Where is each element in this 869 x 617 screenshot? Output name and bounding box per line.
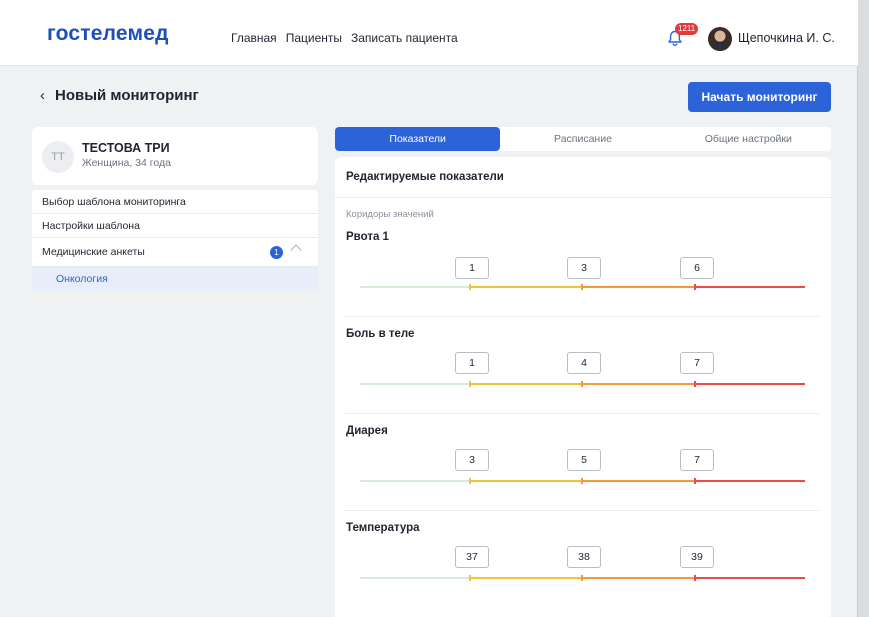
patient-card: ТТ ТЕСТОВА ТРИ Женщина, 34 года (32, 127, 318, 185)
tab-general-settings[interactable]: Общие настройки (666, 127, 831, 151)
app-window: гостелемед Главная Пациенты Записать пац… (0, 0, 858, 617)
logo[interactable]: гостелемед (47, 22, 169, 46)
nav-home[interactable]: Главная (231, 31, 277, 45)
tab-bar: Показатели Расписание Общие настройки (335, 127, 831, 151)
metric-name: Боль в теле (346, 328, 415, 340)
zone-mid-bar (582, 383, 695, 385)
threshold-input-2[interactable]: 38 (567, 546, 601, 568)
divider (335, 197, 831, 198)
threshold-marker (469, 478, 471, 484)
zone-mid-bar (582, 286, 695, 288)
zone-high-bar (695, 383, 805, 385)
threshold-marker (581, 284, 583, 290)
zone-high-bar (695, 286, 805, 288)
menu-item-template-choice[interactable]: Выбор шаблона мониторинга (32, 190, 318, 214)
zone-high-bar (695, 577, 805, 579)
divider (345, 510, 819, 511)
metric-name: Температура (346, 522, 420, 534)
threshold-marker (469, 284, 471, 290)
threshold-input-3[interactable]: 6 (680, 257, 714, 279)
back-link[interactable]: ‹ Новый мониторинг (40, 87, 199, 104)
top-header: гостелемед Главная Пациенты Записать пац… (0, 0, 858, 66)
patient-initials-avatar: ТТ (42, 141, 74, 173)
threshold-input-1[interactable]: 3 (455, 449, 489, 471)
threshold-input-2[interactable]: 4 (567, 352, 601, 374)
metric-name: Диарея (346, 425, 388, 437)
user-name[interactable]: Щепочкина И. С. (738, 31, 835, 45)
zone-normal-bar (360, 286, 470, 288)
metric-row: Рвота 1 1 3 6 (335, 229, 831, 326)
tab-indicators[interactable]: Показатели (335, 127, 501, 151)
nav-patients[interactable]: Пациенты (286, 31, 342, 45)
threshold-marker (694, 381, 696, 387)
zone-high-bar (695, 480, 805, 482)
zone-normal-bar (360, 383, 470, 385)
start-monitoring-button[interactable]: Начать мониторинг (688, 82, 831, 112)
threshold-input-1[interactable]: 37 (455, 546, 489, 568)
threshold-input-1[interactable]: 1 (455, 352, 489, 374)
metric-row: Диарея 3 5 7 (335, 423, 831, 520)
section-label: Коридоры значений (346, 209, 434, 220)
threshold-input-3[interactable]: 39 (680, 546, 714, 568)
patient-name: ТЕСТОВА ТРИ (82, 141, 170, 155)
threshold-marker (469, 575, 471, 581)
indicators-panel: Редактируемые показатели Коридоры значен… (335, 157, 831, 617)
menu-item-label: Медицинские анкеты (42, 246, 145, 258)
monitoring-settings-menu: Выбор шаблона мониторинга Настройки шабл… (32, 190, 318, 291)
threshold-input-2[interactable]: 3 (567, 257, 601, 279)
zone-normal-bar (360, 577, 470, 579)
zone-low-bar (470, 286, 582, 288)
nav-book-patient[interactable]: Записать пациента (351, 31, 458, 45)
chevron-up-icon[interactable] (290, 244, 302, 256)
zone-mid-bar (582, 480, 695, 482)
threshold-marker (694, 478, 696, 484)
menu-subitem-oncology[interactable]: Онкология (32, 267, 318, 291)
metric-row: Боль в теле 1 4 7 (335, 326, 831, 423)
threshold-marker (694, 284, 696, 290)
zone-low-bar (470, 383, 582, 385)
user-avatar[interactable] (708, 27, 732, 51)
tab-schedule[interactable]: Расписание (500, 127, 665, 151)
chevron-left-icon: ‹ (40, 87, 45, 104)
menu-item-template-settings[interactable]: Настройки шаблона (32, 214, 318, 238)
divider (345, 316, 819, 317)
zone-mid-bar (582, 577, 695, 579)
menu-item-label: Настройки шаблона (42, 219, 140, 232)
zone-low-bar (470, 577, 582, 579)
menu-item-label: Выбор шаблона мониторинга (42, 195, 186, 208)
metric-row: Температура 37 38 39 (335, 520, 831, 617)
page-title: Новый мониторинг (55, 87, 199, 104)
threshold-marker (581, 478, 583, 484)
notification-count-badge: 1211 (675, 23, 699, 35)
panel-title: Редактируемые показатели (346, 171, 504, 183)
count-badge: 1 (270, 245, 283, 259)
threshold-marker (581, 381, 583, 387)
threshold-input-3[interactable]: 7 (680, 449, 714, 471)
threshold-marker (581, 575, 583, 581)
threshold-input-2[interactable]: 5 (567, 449, 601, 471)
zone-normal-bar (360, 480, 470, 482)
zone-low-bar (470, 480, 582, 482)
main-nav: Главная Пациенты Записать пациента (231, 31, 458, 45)
threshold-marker (469, 381, 471, 387)
patient-info: Женщина, 34 года (82, 157, 171, 169)
threshold-input-1[interactable]: 1 (455, 257, 489, 279)
menu-item-medical-forms[interactable]: Медицинские анкеты 1 (32, 238, 318, 267)
divider (345, 413, 819, 414)
threshold-input-3[interactable]: 7 (680, 352, 714, 374)
threshold-marker (694, 575, 696, 581)
metric-name: Рвота 1 (346, 231, 389, 243)
